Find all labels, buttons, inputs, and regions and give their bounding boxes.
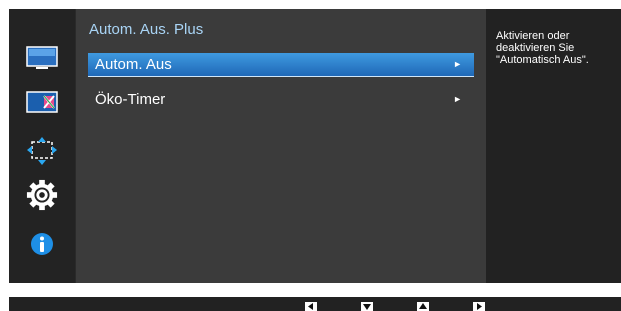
down-arrow-icon[interactable] <box>361 302 373 311</box>
up-arrow-icon[interactable] <box>417 302 429 311</box>
menu-panel: Autom. Aus. Plus Autom. Aus ► Öko-Timer … <box>76 9 486 283</box>
submenu-arrow-icon: ► <box>453 59 462 69</box>
image-size-icon[interactable] <box>26 137 58 165</box>
help-text: Aktivieren oder deaktivieren Sie "Automa… <box>496 30 589 66</box>
menu-item-label: Autom. Aus <box>95 56 172 73</box>
menu-item-label: Öko-Timer <box>95 91 166 108</box>
sidebar <box>9 9 75 283</box>
help-panel: Aktivieren oder deaktivieren Sie "Automa… <box>486 9 621 283</box>
information-icon[interactable] <box>26 230 58 258</box>
navigation-bar <box>9 297 621 311</box>
menu-title: Autom. Aus. Plus <box>89 21 204 38</box>
left-arrow-icon[interactable] <box>305 302 317 311</box>
menu-item-autom-aus[interactable]: Autom. Aus ► <box>88 53 474 77</box>
menu-item-oeko-timer[interactable]: Öko-Timer ► <box>88 88 474 111</box>
right-arrow-icon[interactable] <box>473 302 485 311</box>
submenu-arrow-icon: ► <box>453 94 462 104</box>
monitor-picture-icon[interactable] <box>26 45 58 73</box>
osd-menu: Autom. Aus. Plus Autom. Aus ► Öko-Timer … <box>9 9 621 283</box>
system-gear-icon[interactable] <box>26 178 58 212</box>
color-screen-icon[interactable] <box>26 88 58 116</box>
